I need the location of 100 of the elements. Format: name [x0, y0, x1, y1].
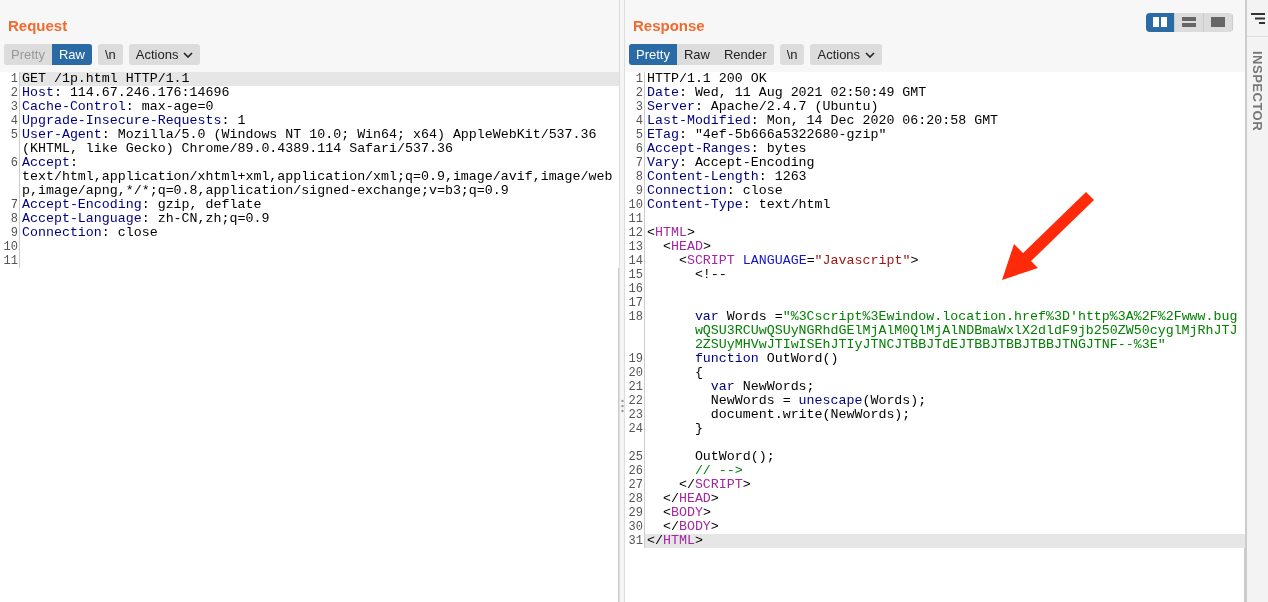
- line-number: 3: [10, 100, 18, 114]
- code-line: </HTML>: [646, 534, 703, 548]
- code-line: }: [693, 422, 703, 436]
- line-number: 7: [10, 198, 18, 212]
- code-line: Cache-Control: max-age=0: [21, 100, 214, 114]
- square-icon: [1211, 17, 1225, 27]
- menu-icon[interactable]: [1250, 12, 1265, 24]
- code-line: function OutWord(): [693, 352, 839, 366]
- columns-icon: [1153, 17, 1167, 27]
- line-number: 11: [628, 212, 643, 226]
- code-line: p,image/apng,*/*;q=0.8,application/signed-exchange;v=b3;q=0.9: [21, 184, 509, 198]
- code-line: Upgrade-Insecure-Requests: 1: [21, 114, 246, 128]
- rows-icon: [1182, 17, 1196, 27]
- line-number: 10: [628, 198, 643, 212]
- line-number: 2: [635, 86, 643, 100]
- code-line: GET /1p.html HTTP/1.1: [21, 72, 190, 86]
- line-number: 5: [10, 128, 18, 142]
- code-line: HTTP/1.1 200 OK: [646, 72, 767, 86]
- code-line: Host: 114.67.246.176:14696: [21, 86, 230, 100]
- actions-button[interactable]: Actions: [128, 44, 201, 65]
- code-line: Date: Wed, 11 Aug 2021 02:50:49 GMT: [646, 86, 927, 100]
- line-number: 9: [10, 226, 18, 240]
- line-number: 10: [3, 240, 18, 254]
- line-number: 2: [10, 86, 18, 100]
- line-number: 1: [10, 72, 18, 86]
- layout-toggle[interactable]: [1175, 12, 1204, 32]
- newline-toggle-button[interactable]: \n: [779, 44, 805, 65]
- line-number: 16: [628, 282, 643, 296]
- code-line: Content-Type: text/html: [646, 198, 831, 212]
- line-number: 30: [628, 520, 643, 534]
- chevron-down-icon: [183, 51, 194, 58]
- line-number: 18: [628, 310, 643, 324]
- code-line: <SCRIPT LANGUAGE="Javascript">: [677, 254, 919, 268]
- code-line: Accept-Language: zh-CN,zh;q=0.9: [21, 212, 270, 226]
- code-line: var Words ="%3Cscript%3Ewindow.location.href%3D'http%3A%2F%2Fwww.bug: [693, 310, 1238, 324]
- code-line: Server: Apache/2.4.7 (Ubuntu): [646, 100, 879, 114]
- line-number: 8: [10, 212, 18, 226]
- newline-toggle-button[interactable]: \n: [98, 44, 123, 65]
- line-number: 25: [628, 450, 643, 464]
- code-line: </SCRIPT>: [677, 478, 751, 492]
- code-line: </HEAD>: [661, 492, 719, 506]
- line-number: 6: [10, 156, 18, 170]
- code-line: (KHTML, like Gecko) Chrome/89.0.4389.114 Safari/537.36: [21, 142, 453, 156]
- line-number: 8: [635, 170, 643, 184]
- inspector-tab[interactable]: INSPECTOR: [1250, 51, 1265, 132]
- line-number: 23: [628, 408, 643, 422]
- line-number: 5: [635, 128, 643, 142]
- code-line: <HEAD>: [661, 240, 711, 254]
- line-number: 7: [635, 156, 643, 170]
- line-number: 9: [635, 184, 643, 198]
- code-line: Accept-Ranges: bytes: [646, 142, 807, 156]
- line-number: 3: [635, 100, 643, 114]
- line-number: 31: [628, 534, 643, 548]
- code-line: document.write(NewWords);: [709, 408, 911, 422]
- line-number: 13: [628, 240, 643, 254]
- line-number: 22: [628, 394, 643, 408]
- code-line: {: [693, 366, 703, 380]
- code-line: <!--: [693, 268, 727, 282]
- line-number: 15: [628, 268, 643, 282]
- code-line: User-Agent: Mozilla/5.0 (Windows NT 10.0; Win64; x64) AppleWebKit/537.36: [21, 128, 597, 142]
- code-line: ETag: "4ef-5b666a5322680-gzip": [646, 128, 887, 142]
- code-line: <HTML>: [646, 226, 695, 240]
- line-number: 21: [628, 380, 643, 394]
- line-number: 4: [635, 114, 643, 128]
- line-number: 27: [628, 478, 643, 492]
- pane-title: Response: [632, 15, 705, 34]
- pane-title: Request: [7, 15, 68, 34]
- line-number: 19: [628, 352, 643, 366]
- line-number: 6: [635, 142, 643, 156]
- line-number: 26: [628, 464, 643, 478]
- line-number: 11: [3, 254, 18, 268]
- line-number: 12: [628, 226, 643, 240]
- code-line: // -->: [693, 464, 743, 478]
- code-line: var NewWords;: [709, 380, 815, 394]
- code-line: OutWord();: [693, 450, 775, 464]
- layout-toggle[interactable]: [1146, 12, 1175, 32]
- code-line: Vary: Accept-Encoding: [646, 156, 815, 170]
- code-line: Connection: close: [21, 226, 158, 240]
- view-tab[interactable]: Pretty: [629, 44, 677, 65]
- chevron-down-icon: [865, 51, 876, 58]
- code-line: Content-Length: 1263: [646, 170, 807, 184]
- code-line: </BODY>: [661, 520, 719, 534]
- layout-toggle[interactable]: [1204, 12, 1233, 32]
- code-line: NewWords = unescape(Words);: [709, 394, 927, 408]
- line-number: 29: [628, 506, 643, 520]
- line-number: 24: [628, 422, 643, 436]
- code-line: Last-Modified: Mon, 14 Dec 2020 06:20:58 GMT: [646, 114, 999, 128]
- code-line: Connection: close: [646, 184, 783, 198]
- line-number: 4: [10, 114, 18, 128]
- view-tab[interactable]: Raw: [51, 44, 92, 65]
- code-line: <BODY>: [661, 506, 711, 520]
- code-line: Accept-Encoding: gzip, deflate: [21, 198, 262, 212]
- line-number: 28: [628, 492, 643, 506]
- code-line: Accept:: [21, 156, 78, 170]
- line-number: 17: [628, 296, 643, 310]
- line-number: 20: [628, 366, 643, 380]
- code-line: wQSU3RCUwQSUyNGRhdGElMjAlM0QlMjAlNDBmaWxlX2dldF9jb250ZW50cyglMjRhJTJ: [693, 324, 1238, 338]
- drag-handle-icon[interactable]: [620, 399, 624, 413]
- code-line: 2ZSUyMHVwJTIwISEhJTIyJTNCJTBBJTdEJTBBJTBBJTBBJTNGJTNF--%3E": [693, 338, 1166, 352]
- actions-button[interactable]: Actions: [810, 44, 883, 65]
